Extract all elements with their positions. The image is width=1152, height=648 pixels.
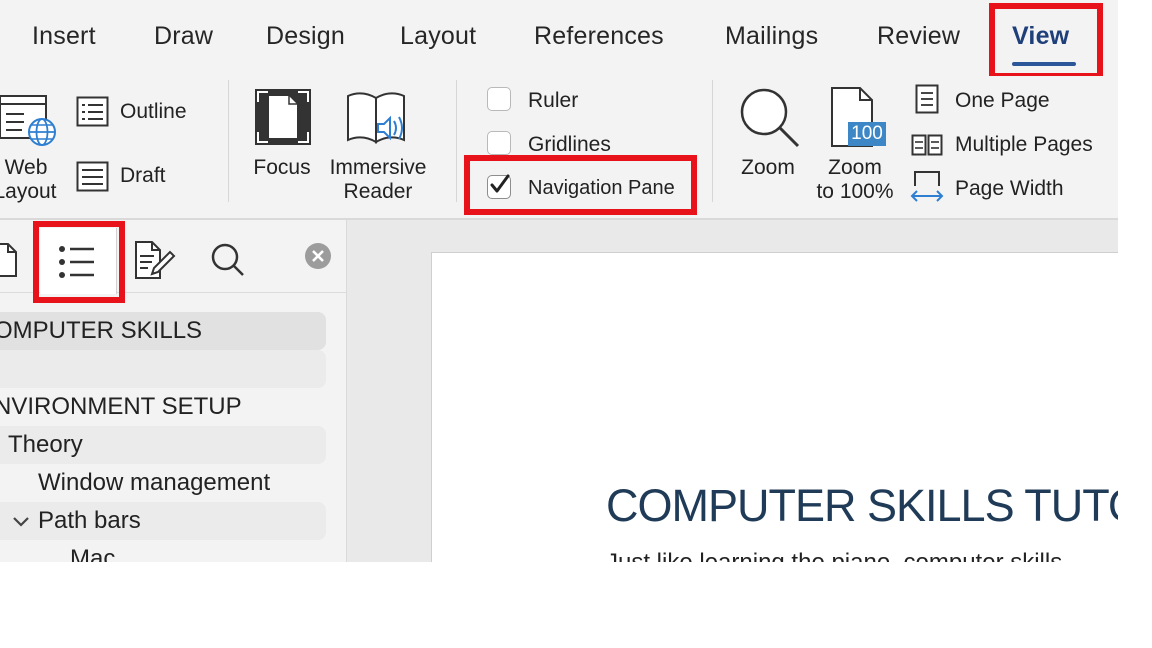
- zoom-label: Zoom: [741, 156, 795, 179]
- immersive-reader-icon: [347, 92, 405, 144]
- heading-item[interactable]: Mac: [70, 545, 115, 562]
- tab-design[interactable]: Design: [266, 22, 345, 51]
- zoom-100-label-2: to 100%: [816, 180, 894, 203]
- search-icon: [211, 243, 244, 276]
- heading-item[interactable]: Window management: [38, 469, 270, 497]
- ribbon-separator: [456, 80, 457, 202]
- zoom-100-badge: 100: [851, 123, 883, 144]
- outline-icon: [76, 96, 109, 127]
- word-window: Insert Draw Design Layout References Mai…: [0, 0, 1118, 562]
- tab-references[interactable]: References: [534, 22, 664, 51]
- close-icon: [305, 243, 331, 269]
- page-width-icon: [910, 171, 944, 202]
- navigation-pane-tabs: [0, 220, 346, 303]
- view-tab-highlight: [989, 3, 1103, 79]
- page-width-label: Page Width: [955, 177, 1064, 200]
- focus-label: Focus: [253, 156, 311, 179]
- outline-label: Outline: [120, 100, 187, 123]
- document-body-text[interactable]: Just like learning the piano, computer s…: [606, 549, 1062, 562]
- gridlines-label: Gridlines: [528, 133, 611, 156]
- navigation-pane: OMPUTER SKILLS NVIRONMENT SETUP Theory W…: [0, 220, 346, 562]
- draft-icon: [76, 161, 109, 192]
- draft-label: Draft: [120, 164, 166, 187]
- tab-layout[interactable]: Layout: [400, 22, 476, 51]
- magnifier-icon: [740, 88, 800, 148]
- ruler-checkbox-box[interactable]: [487, 87, 511, 111]
- heading-text: Theory: [8, 431, 83, 458]
- page-edit-icon: [135, 241, 176, 279]
- one-page-label: One Page: [955, 89, 1050, 112]
- headings-tab-highlight: [33, 221, 125, 303]
- chevron-down-icon[interactable]: [12, 516, 30, 528]
- ribbon-tab-bar: Insert Draw Design Layout References Mai…: [0, 0, 1118, 79]
- heading-item[interactable]: [0, 350, 326, 388]
- ribbon-separator: [712, 80, 713, 202]
- tab-mailings[interactable]: Mailings: [725, 22, 818, 51]
- tab-review[interactable]: Review: [877, 22, 960, 51]
- navigation-pane-highlight: [464, 155, 697, 215]
- one-page-icon: [915, 84, 939, 114]
- web-layout-icon: [0, 95, 56, 146]
- page-icon: [0, 243, 17, 277]
- zoom-100-label-1: Zoom: [828, 156, 882, 179]
- immersive-reader-label-2: Reader: [343, 180, 413, 203]
- tab-insert[interactable]: Insert: [32, 22, 96, 51]
- gridlines-checkbox-box[interactable]: [487, 131, 511, 155]
- ribbon-separator: [228, 80, 229, 202]
- web-layout-label-2: Layout: [0, 180, 57, 203]
- immersive-reader-label-1: Immersive: [329, 156, 427, 179]
- heading-text: OMPUTER SKILLS: [0, 317, 203, 344]
- ruler-label: Ruler: [528, 89, 579, 112]
- multiple-pages-label: Multiple Pages: [955, 133, 1093, 156]
- document-title[interactable]: COMPUTER SKILLS TUTO: [606, 480, 1118, 532]
- multiple-pages-icon: [911, 134, 943, 156]
- ribbon-view-panel: Web Layout Outline Draft: [0, 76, 1118, 218]
- heading-item[interactable]: NVIRONMENT SETUP: [0, 393, 242, 421]
- tab-draw[interactable]: Draw: [154, 22, 213, 51]
- heading-text: Path bars: [38, 507, 141, 534]
- focus-icon: [255, 89, 311, 145]
- web-layout-label-1: Web: [4, 156, 48, 179]
